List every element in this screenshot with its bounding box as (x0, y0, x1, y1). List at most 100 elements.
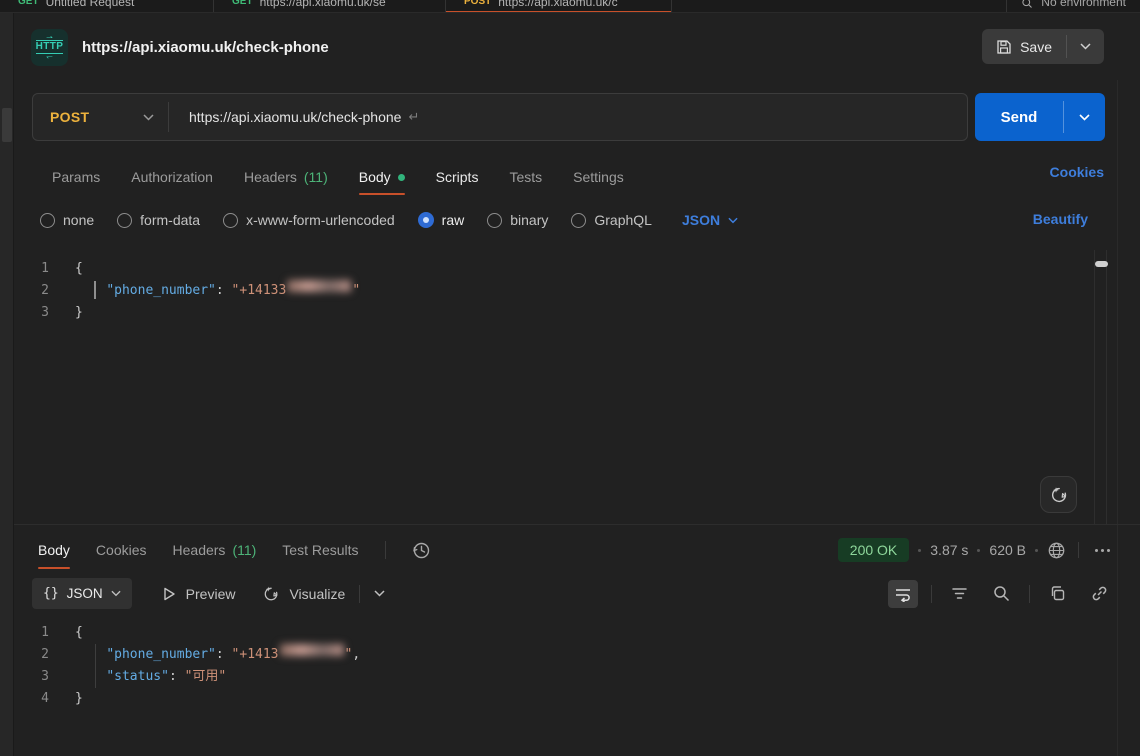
radio-circle (40, 213, 55, 228)
send-button[interactable]: Send (975, 93, 1063, 141)
radio-binary[interactable]: binary (487, 212, 548, 228)
network-info-button[interactable] (1047, 541, 1066, 560)
tab-response-headers[interactable]: Headers(11) (173, 534, 257, 566)
radio-label: form-data (140, 212, 200, 228)
code-token: "phone_number" (106, 280, 216, 302)
radio-circle (571, 213, 586, 228)
tab-label: Body (38, 542, 70, 558)
line-number: 1 (25, 258, 75, 280)
copy-response-button[interactable] (1043, 579, 1072, 608)
radio-graphql[interactable]: GraphQL (571, 212, 652, 228)
radio-label: x-www-form-urlencoded (246, 212, 395, 228)
scrollbar-thumb[interactable] (1095, 261, 1108, 267)
tab-label: Headers (173, 542, 226, 558)
tab-method-badge: GET (232, 0, 253, 9)
visualize-label: Visualize (289, 586, 345, 602)
tab-method-badge: GET (18, 0, 39, 9)
method-dropdown[interactable]: POST (33, 109, 168, 125)
radio-x-www-form-urlencoded[interactable]: x-www-form-urlencoded (223, 212, 395, 228)
separator-dot (977, 549, 980, 552)
code-line: 2 "phone_number": "+1413", (25, 644, 1095, 666)
viewer-options-button[interactable] (374, 590, 385, 597)
radio-form-data[interactable]: form-data (117, 212, 200, 228)
globe-icon (1047, 541, 1066, 560)
request-tab-untitled[interactable]: GET Untitled Request (0, 0, 214, 13)
radio-circle (487, 213, 502, 228)
status-badge[interactable]: 200 OK (838, 538, 909, 562)
line-number: 3 (25, 302, 75, 324)
tab-label: Authorization (131, 169, 213, 185)
tab-response-body[interactable]: Body (38, 534, 70, 566)
radio-none[interactable]: none (40, 212, 94, 228)
code-line: 3 "status": "可用" (25, 666, 1095, 688)
preview-button[interactable]: Preview (161, 586, 236, 602)
tab-tests[interactable]: Tests (509, 158, 542, 196)
code-line: 1 { (25, 622, 1095, 644)
visualize-button[interactable]: Visualize (262, 585, 345, 603)
viewer-actions (888, 579, 1114, 608)
tab-settings[interactable]: Settings (573, 158, 624, 196)
code-line: 1 { (25, 258, 1095, 280)
chevron-down-icon (1079, 114, 1090, 121)
format-label: JSON (682, 212, 720, 228)
tab-authorization[interactable]: Authorization (131, 158, 213, 196)
search-icon (993, 585, 1010, 602)
url-text: https://api.xiaomu.uk/check-phone (189, 109, 401, 125)
panel-edge-line (1117, 80, 1118, 756)
cookies-link[interactable]: Cookies (1050, 164, 1104, 180)
response-format-dropdown[interactable]: {} JSON (32, 578, 132, 609)
line-number: 2 (25, 644, 75, 666)
save-split-button: Save (982, 29, 1104, 64)
code-token: } (75, 302, 83, 324)
line-number: 3 (25, 666, 75, 688)
code-token: "+14133 (232, 280, 287, 302)
request-body-editor[interactable]: 1 { 2 "phone_number": "+14133" 3 } (25, 250, 1095, 524)
tab-label: Params (52, 169, 100, 185)
tab-response-cookies[interactable]: Cookies (96, 534, 147, 566)
filter-button[interactable] (945, 580, 974, 607)
save-options-button[interactable] (1067, 29, 1104, 64)
radio-raw[interactable]: raw (418, 212, 465, 228)
url-bar: POST https://api.xiaomu.uk/check-phone ↵ (32, 93, 968, 141)
save-button[interactable]: Save (982, 29, 1066, 64)
scrollbar-track-line (1094, 250, 1095, 524)
code-token: , (352, 644, 360, 666)
tab-label: Tests (509, 169, 542, 185)
request-tab-active[interactable]: POST https://api.xiaomu.uk/c (446, 0, 672, 13)
send-options-button[interactable] (1064, 93, 1105, 141)
tab-label: Scripts (436, 169, 479, 185)
request-tab-get[interactable]: GET https://api.xiaomu.uk/se (214, 0, 446, 13)
indent-guide (95, 644, 96, 688)
postbot-ai-button[interactable] (1040, 476, 1077, 513)
code-token: "status" (106, 666, 169, 688)
raw-format-dropdown[interactable]: JSON (682, 212, 738, 228)
response-size[interactable]: 620 B (989, 542, 1026, 558)
divider (931, 585, 932, 603)
response-history-button[interactable] (412, 541, 431, 560)
search-response-button[interactable] (987, 579, 1016, 608)
swap-arrow-icon: ↽ (46, 54, 53, 59)
pane-divider[interactable] (14, 524, 1140, 525)
url-input[interactable]: https://api.xiaomu.uk/check-phone ↵ (169, 109, 419, 125)
response-time[interactable]: 3.87 s (930, 542, 968, 558)
save-label: Save (1020, 39, 1052, 55)
sidebar-resize-handle[interactable] (2, 108, 12, 142)
radio-circle (117, 213, 132, 228)
history-clock-icon (412, 541, 431, 560)
tab-scripts[interactable]: Scripts (436, 158, 479, 196)
word-wrap-button[interactable] (888, 580, 918, 608)
tab-label: Settings (573, 169, 624, 185)
more-options-button[interactable] (1091, 545, 1114, 556)
tab-title: https://api.xiaomu.uk/c (498, 0, 617, 9)
tab-headers[interactable]: Headers(11) (244, 158, 328, 196)
braces-icon: {} (43, 586, 59, 601)
share-link-button[interactable] (1085, 579, 1114, 608)
chevron-down-icon (1080, 43, 1091, 50)
response-body-viewer[interactable]: 1 { 2 "phone_number": "+1413", 3 "status… (25, 618, 1095, 756)
beautify-link[interactable]: Beautify (1033, 211, 1088, 227)
tab-params[interactable]: Params (52, 158, 100, 196)
send-split-button: Send (975, 93, 1105, 141)
environment-selector[interactable]: No environment (1006, 0, 1140, 12)
tab-test-results[interactable]: Test Results (282, 534, 358, 566)
tab-body[interactable]: Body (359, 158, 405, 196)
